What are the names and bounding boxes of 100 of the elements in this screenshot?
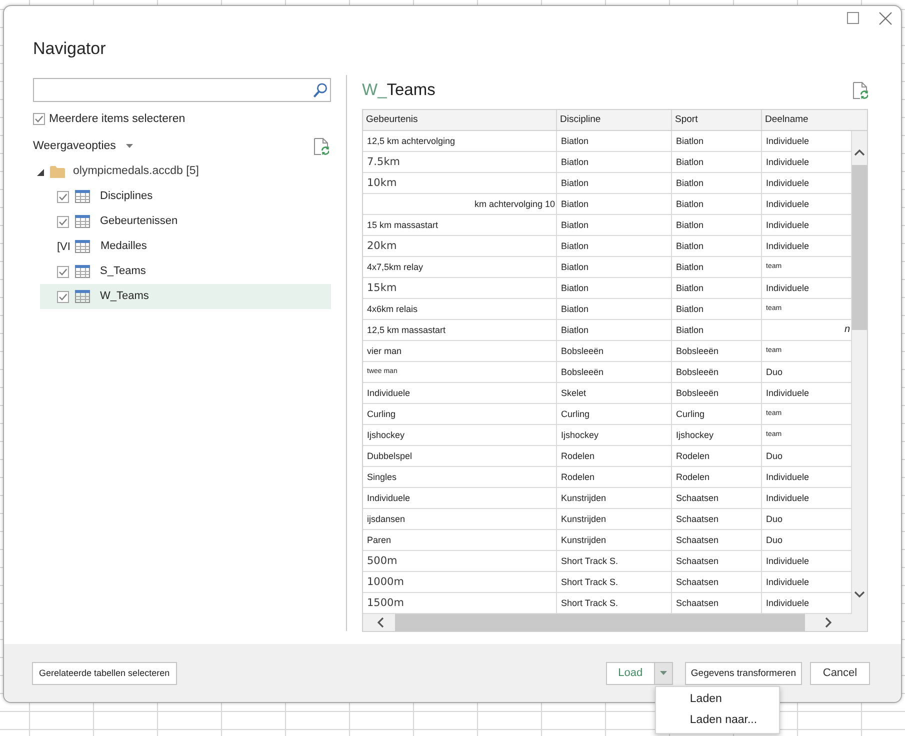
table-cell: Rodelen: [557, 446, 672, 466]
table-icon: [75, 190, 90, 203]
load-button[interactable]: Load: [606, 662, 655, 684]
table-cell: Short Track S.: [557, 572, 672, 592]
table-cell: Biatlon: [672, 257, 762, 277]
table-cell: Schaatsen: [672, 593, 762, 613]
dropdown-button[interactable]: [654, 662, 673, 684]
tree-item[interactable]: S_Teams: [40, 259, 331, 284]
table-cell: 7.5km: [363, 152, 557, 172]
refresh-icon[interactable]: [314, 138, 329, 154]
maximize-icon[interactable]: [847, 12, 859, 24]
tree-item[interactable]: [VI Medailles: [40, 234, 331, 259]
table-cell: Bobsleeën: [557, 362, 672, 382]
table-cell: ijsdansen: [363, 509, 557, 529]
table-cell: Biatlon: [557, 278, 672, 298]
checkbox-label: Meerdere items selecteren: [49, 112, 186, 126]
dialog-title: Navigator: [33, 39, 106, 59]
table-cell: Curling: [672, 404, 762, 424]
related-tables-button[interactable]: Gerelateerde tabellen selecteren: [32, 662, 177, 684]
checkbox[interactable]: [57, 216, 69, 228]
table-cell: 12,5 km achtervolging: [363, 131, 557, 151]
table-cell: Biatlon: [557, 320, 672, 340]
vertical-scrollbar[interactable]: [852, 131, 867, 614]
checkbox[interactable]: [57, 290, 69, 302]
table-cell: 1000m: [363, 572, 557, 592]
column-header: Sport: [672, 110, 762, 130]
table-cell: Kunstrijden: [557, 509, 672, 529]
checkbox[interactable]: [57, 190, 69, 202]
table-icon: [75, 265, 90, 278]
chevron-right-icon[interactable]: [825, 617, 832, 628]
table-cell: Rodelen: [557, 467, 672, 487]
checkbox[interactable]: [33, 113, 45, 125]
scrollbar-thumb[interactable]: [395, 614, 805, 631]
table-name: W_Teams: [100, 289, 149, 304]
table-cell: 15km: [363, 278, 557, 298]
table-cell: vier man: [363, 341, 557, 361]
column-header: Gebeurtenis: [363, 110, 557, 130]
table-cell: Schaatsen: [672, 551, 762, 571]
table-cell: Schaatsen: [672, 530, 762, 550]
table-cell: 4x6km relais: [363, 299, 557, 319]
table-cell: Bobsleeën: [557, 341, 672, 361]
table-cell: Curling: [557, 404, 672, 424]
caret-icon[interactable]: [660, 671, 667, 675]
table-icon: [75, 240, 90, 253]
checkbox-glyph[interactable]: [VI: [57, 240, 70, 254]
chevron-left-icon[interactable]: [377, 617, 384, 628]
table-cell: Ijshockey: [363, 425, 557, 445]
column-header: Discipline: [557, 110, 672, 130]
cancel-button[interactable]: Cancel: [810, 662, 870, 684]
search-field[interactable]: [33, 78, 331, 102]
table-cell: 4x7,5km relay: [363, 257, 557, 277]
table-cell: Schaatsen: [672, 509, 762, 529]
table-cell: 15 km massastart: [363, 215, 557, 235]
view-options-dropdown[interactable]: Weergaveopties: [33, 138, 133, 154]
table-cell: 12,5 km massastart: [363, 320, 557, 340]
scrollbar-thumb[interactable]: [852, 165, 867, 330]
table-cell: Schaatsen: [672, 488, 762, 508]
menu-item[interactable]: Laden: [656, 688, 779, 710]
table-cell: Bobsleeën: [672, 383, 762, 403]
transform-data-button[interactable]: Gegevens transformeren: [684, 662, 802, 684]
table-cell: 500m: [363, 551, 557, 571]
chevron-down-icon[interactable]: [854, 591, 865, 598]
tree-item[interactable]: W_Teams: [40, 284, 331, 309]
refresh-icon[interactable]: [853, 82, 868, 98]
triangle-icon[interactable]: [37, 168, 44, 176]
table-cell: Bobsleeën: [672, 362, 762, 382]
tree-item[interactable]: Gebeurtenissen: [40, 209, 331, 234]
table-cell: Singles: [363, 467, 557, 487]
table-cell: Biatlon: [672, 131, 762, 151]
table-cell: 10km: [363, 173, 557, 193]
tree-item[interactable]: Disciplines: [40, 184, 331, 209]
table-name: S_Teams: [100, 264, 146, 280]
database-name[interactable]: olympicmedals.accdb [5]: [73, 163, 199, 181]
table-cell: Biatlon: [557, 257, 672, 277]
table-cell: 1500m: [363, 593, 557, 613]
table-icon: [75, 215, 90, 228]
table-cell: Schaatsen: [672, 572, 762, 592]
table-cell: Biatlon: [672, 173, 762, 193]
table-cell: Biatlon: [672, 194, 762, 214]
preview-title: W_Teams: [362, 80, 436, 100]
table-cell: Biatlon: [672, 236, 762, 256]
table-cell: Biatlon: [557, 194, 672, 214]
table-name: Disciplines: [100, 189, 153, 204]
table-cell: Kunstrijden: [557, 530, 672, 550]
menu-item[interactable]: Laden naar...: [656, 710, 779, 730]
table-cell: Rodelen: [672, 467, 762, 487]
table-cell: Biatlon: [672, 320, 762, 340]
checkbox[interactable]: [57, 266, 69, 278]
horizontal-scrollbar[interactable]: [363, 614, 867, 631]
table-cell: Biatlon: [672, 299, 762, 319]
search-icon[interactable]: [313, 82, 327, 98]
table-cell: Biatlon: [557, 152, 672, 172]
caret-icon[interactable]: [126, 144, 133, 148]
close-icon[interactable]: [879, 12, 892, 24]
table-cell: Bobsleeën: [672, 341, 762, 361]
table-cell: Short Track S.: [557, 593, 672, 613]
chevron-up-icon[interactable]: [854, 149, 865, 156]
table-cell: Paren: [363, 530, 557, 550]
table-cell: Biatlon: [672, 278, 762, 298]
column-header: Deelname: [764, 113, 810, 127]
